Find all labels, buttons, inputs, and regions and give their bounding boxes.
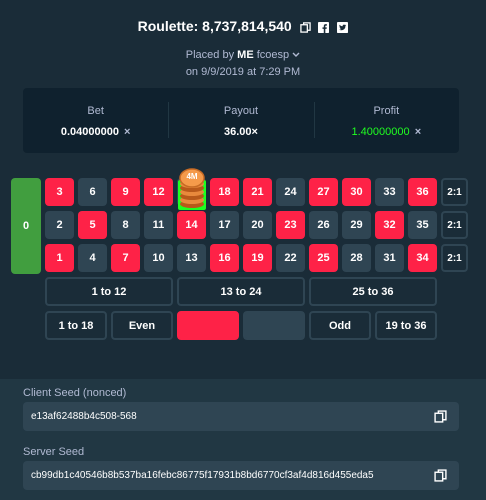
number-cell[interactable]: 5 — [78, 211, 107, 239]
even-bet[interactable]: Even — [111, 311, 173, 340]
copy-icon[interactable] — [434, 469, 447, 482]
facebook-icon[interactable] — [318, 22, 330, 33]
number-cell[interactable]: 21 — [243, 178, 272, 206]
bet-date: on 9/9/2019 at 7:29 PM — [185, 66, 301, 78]
number-cell[interactable]: 25 — [309, 244, 338, 272]
dozen-bet-1[interactable]: 1 to 12 — [45, 277, 173, 306]
user-tag: ME — [237, 49, 254, 61]
placed-by: Placed by ME fcoesp — [0, 49, 486, 61]
zero-cell[interactable]: 0 — [11, 178, 41, 274]
number-cell[interactable]: 17 — [210, 211, 239, 239]
low-bet[interactable]: 1 to 18 — [45, 311, 107, 340]
number-cell[interactable]: 14 — [177, 211, 206, 239]
dozen-bet-3[interactable]: 25 to 36 — [309, 277, 437, 306]
coin-icon: × — [124, 126, 131, 138]
number-cell[interactable]: 36 — [408, 178, 437, 206]
bet-label: Bet — [87, 105, 104, 117]
black-bet[interactable] — [243, 311, 305, 340]
number-cell[interactable]: 4 — [78, 244, 107, 272]
number-cell[interactable]: 8 — [111, 211, 140, 239]
stat-profit: Profit 1.40000000 × — [313, 88, 459, 153]
twitter-icon[interactable] — [337, 22, 349, 33]
bet-title: Roulette: 8,737,814,540 — [137, 18, 292, 34]
number-cell[interactable]: 19 — [243, 244, 272, 272]
number-cell[interactable]: 27 — [309, 178, 338, 206]
bet-header: Roulette: 8,737,814,540 Placed by ME fco… — [0, 0, 486, 88]
number-cell[interactable]: 6 — [78, 178, 107, 206]
payout-value: 36.00× — [224, 126, 258, 138]
number-cell[interactable]: 23 — [276, 211, 305, 239]
server-seed-field[interactable]: cb99db1c40546b8b537ba16febc86775f17931b8… — [23, 461, 459, 490]
number-cell[interactable]: 31 — [375, 244, 404, 272]
dozen-bet-2[interactable]: 13 to 24 — [177, 277, 305, 306]
profit-label: Profit — [373, 105, 400, 117]
number-cell[interactable]: 12 — [144, 178, 173, 206]
number-cell[interactable]: 33 — [375, 178, 404, 206]
number-cell[interactable]: 3 — [45, 178, 74, 206]
number-cell[interactable]: 29 — [342, 211, 371, 239]
profit-value: 1.40000000 — [351, 126, 410, 138]
number-cell[interactable]: 13 — [177, 244, 206, 272]
number-cell[interactable]: 20 — [243, 211, 272, 239]
number-cell[interactable]: 35 — [408, 211, 437, 239]
copy-icon[interactable] — [434, 410, 447, 423]
number-cell[interactable]: 11 — [144, 211, 173, 239]
high-bet[interactable]: 19 to 36 — [375, 311, 437, 340]
client-seed-label: Client Seed (nonced) — [23, 387, 127, 399]
number-cell[interactable]: 34 — [408, 244, 437, 272]
bet-value-row: 0.04000000 × — [23, 126, 168, 138]
number-cell[interactable]: 22 — [276, 244, 305, 272]
number-cell[interactable]: 9 — [111, 178, 140, 206]
odd-bet[interactable]: Odd — [309, 311, 371, 340]
profit-value-row: 1.40000000 × — [314, 126, 459, 138]
bet-value: 0.04000000 — [60, 126, 119, 138]
number-cell[interactable]: 2 — [45, 211, 74, 239]
red-bet[interactable] — [177, 311, 239, 340]
number-cell[interactable]: 28 — [342, 244, 371, 272]
column-bet-1[interactable]: 2:1 — [441, 244, 468, 272]
chevron-down-icon[interactable] — [292, 52, 300, 58]
number-cell[interactable]: 18 — [210, 178, 239, 206]
number-cell[interactable]: 24 — [276, 178, 305, 206]
client-seed-field[interactable]: e13af62488b4c508-568 — [23, 402, 459, 431]
seeds-panel: Client Seed (nonced) e13af62488b4c508-56… — [0, 379, 486, 500]
coin-icon: × — [414, 126, 422, 138]
chip-label: 4M — [186, 172, 198, 181]
client-seed-value: e13af62488b4c508-568 — [31, 411, 137, 422]
payout-label: Payout — [223, 105, 259, 117]
number-cell[interactable]: 30 — [342, 178, 371, 206]
number-cell[interactable]: 32 — [375, 211, 404, 239]
bet-chip: 4M — [178, 166, 206, 210]
number-cell[interactable]: 1 — [45, 244, 74, 272]
stat-payout: Payout 36.00× — [168, 88, 313, 153]
placed-prefix: Placed by — [185, 49, 235, 61]
stat-bet: Bet 0.04000000 × — [23, 88, 168, 153]
number-cell[interactable]: 10 — [144, 244, 173, 272]
column-bet-3[interactable]: 2:1 — [441, 178, 468, 206]
server-seed-label: Server Seed — [23, 446, 85, 458]
number-cell[interactable]: 16 — [210, 244, 239, 272]
column-bet-2[interactable]: 2:1 — [441, 211, 468, 239]
username-link[interactable]: fcoesp — [257, 49, 289, 61]
stats-panel: Bet 0.04000000 × Payout 36.00× Profit 1.… — [23, 88, 459, 153]
number-cell[interactable]: 7 — [111, 244, 140, 272]
number-cell[interactable]: 26 — [309, 211, 338, 239]
copy-icon[interactable] — [299, 22, 311, 33]
server-seed-value: cb99db1c40546b8b537ba16febc86775f17931b8… — [31, 470, 374, 481]
bet-title-row: Roulette: 8,737,814,540 — [0, 18, 486, 34]
